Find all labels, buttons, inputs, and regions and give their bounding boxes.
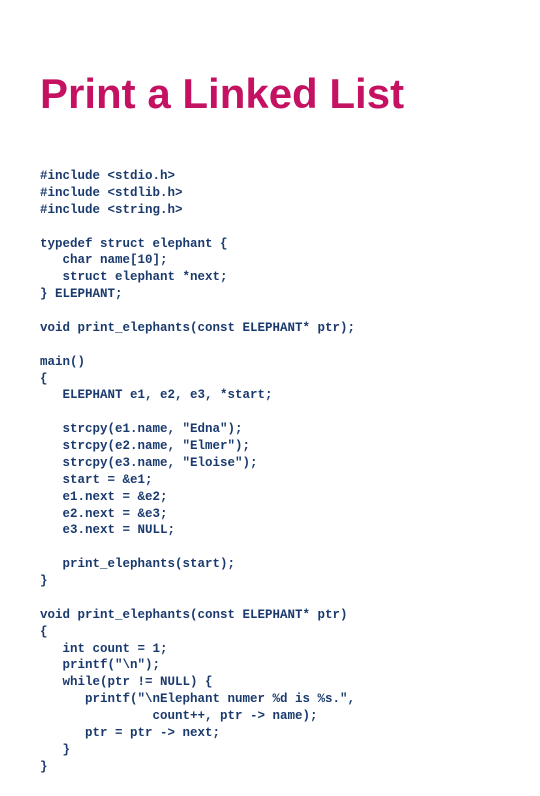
code-block: #include <stdio.h> #include <stdlib.h> #… xyxy=(40,168,500,776)
slide-content: Print a Linked List #include <stdio.h> #… xyxy=(0,0,540,796)
slide-title: Print a Linked List xyxy=(40,70,500,118)
